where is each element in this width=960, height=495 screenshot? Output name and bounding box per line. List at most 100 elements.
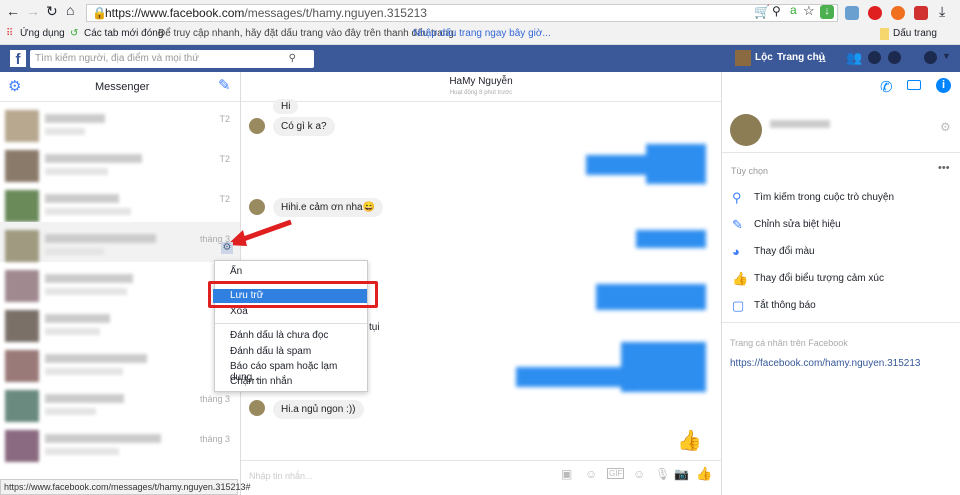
option-item[interactable]: ◕ Thay đổi màu	[732, 244, 815, 259]
emoji-icon[interactable]: ☺	[633, 467, 645, 481]
conversation-name-blurred	[45, 394, 124, 403]
conversation-time: T2	[219, 154, 230, 164]
friends-icon[interactable]: 👥	[846, 50, 862, 66]
conversation-row[interactable]	[0, 262, 240, 302]
option-label: Tắt thông báo	[754, 300, 816, 311]
avatar	[5, 350, 39, 382]
url-host: https://www.facebook.com	[105, 6, 245, 20]
apps-icon: ⠿	[6, 28, 14, 39]
download-ext-icon[interactable]: ↓	[820, 5, 834, 19]
conversation-name-blurred	[45, 154, 142, 163]
menu-item-block[interactable]: Chặn tin nhắn	[230, 376, 292, 387]
more-icon[interactable]: •••	[938, 162, 950, 174]
message-input[interactable]: Nhập tin nhắn...	[249, 471, 313, 481]
settings-gear-icon[interactable]: ⚙	[8, 77, 21, 95]
extension-fire-icon[interactable]	[891, 6, 905, 20]
conversation-snippet-blurred	[45, 328, 100, 335]
options-label: Tùy chọn	[731, 166, 769, 176]
conversation-row[interactable]: T2	[0, 102, 240, 142]
forward-icon[interactable]: →	[26, 3, 40, 19]
menu-item-mark-spam[interactable]: Đánh dấu là spam	[230, 346, 311, 357]
conversation-row[interactable]: tháng 3	[0, 382, 240, 422]
conversation-row[interactable]: T2	[0, 182, 240, 222]
contact-name-blurred	[770, 120, 830, 128]
microphone-icon[interactable]: 🎙	[655, 467, 670, 481]
opera-icon[interactable]	[868, 6, 882, 20]
profile-link[interactable]: Lộc	[755, 52, 773, 63]
extension-red-icon[interactable]	[914, 6, 928, 20]
notifications-icon[interactable]	[888, 51, 901, 64]
sticker-icon[interactable]: ☺	[585, 467, 597, 481]
conversation-name-blurred	[45, 114, 105, 123]
conversation-name-blurred	[45, 434, 161, 443]
message-fragment: tụi	[369, 322, 380, 333]
conversation-row[interactable]: tháng 3	[0, 422, 240, 462]
settings-icon[interactable]: ⚙	[940, 120, 951, 134]
compose-icon[interactable]: ✎	[218, 76, 231, 94]
like-button-icon[interactable]: 👍	[696, 466, 712, 482]
extension-icon[interactable]	[845, 6, 859, 20]
contact-avatar	[730, 114, 762, 146]
url-path: /messages/t/hamy.nguyen.315213	[244, 6, 427, 20]
address-bar[interactable]: 🔒 https://www.facebook.com/messages/t/ham…	[86, 4, 838, 22]
avatar[interactable]	[735, 50, 751, 66]
conversation-name-blurred	[45, 274, 133, 283]
avatar	[5, 390, 39, 422]
help-icon[interactable]	[924, 51, 937, 64]
conversation-time: T2	[219, 194, 230, 204]
message-bubble: Hi.a ngủ ngon :))	[273, 400, 364, 419]
contact-avatar	[249, 118, 265, 134]
image-icon[interactable]: ▣	[561, 467, 572, 481]
gif-icon[interactable]: GIF	[607, 468, 625, 479]
chat-status: Hoạt động 8 phút trước	[449, 90, 513, 96]
search-icon[interactable]: ⚲	[289, 50, 296, 68]
home-icon[interactable]: ⌂	[66, 2, 74, 18]
bookmark-apps[interactable]: Ứng dụng	[20, 25, 65, 43]
zoom-icon[interactable]: ⚲	[772, 4, 781, 18]
option-item[interactable]: ⚲ Tìm kiếm trong cuộc trò chuyện	[732, 190, 894, 206]
conversation-snippet-blurred	[45, 128, 85, 135]
conversation-row[interactable]	[0, 302, 240, 342]
star-icon[interactable]: ☆	[803, 3, 815, 19]
lock-icon: 🔒	[92, 6, 107, 20]
camera-icon[interactable]: 📷	[674, 467, 689, 481]
extension-a-icon[interactable]: a	[790, 3, 797, 17]
downloads-icon[interactable]: ⤓	[939, 3, 945, 20]
conversation-row[interactable]: T2	[0, 142, 240, 182]
option-item[interactable]: ▢ Tắt thông báo	[732, 298, 816, 314]
messenger-icon[interactable]	[868, 51, 881, 64]
option-icon: ▢	[732, 298, 745, 313]
option-icon: ⚲	[732, 190, 742, 205]
conversation-snippet-blurred	[45, 368, 123, 375]
chat-name: HaMy Nguyễn	[449, 76, 513, 87]
bookmark-recent-tabs[interactable]: Các tab mới đóng	[84, 25, 163, 43]
bookmarks-hint: Để truy cập nhanh, hãy đặt dấu trang vào…	[158, 28, 457, 39]
option-item[interactable]: 👍 Thay đổi biểu tượng cảm xúc	[732, 271, 884, 287]
conversation-row[interactable]: tháng 3	[0, 222, 240, 262]
info-panel: ⚙ Tùy chọn ••• ⚲ Tìm kiếm trong cuộc trò …	[721, 72, 960, 495]
menu-item-mark-unread[interactable]: Đánh dấu là chưa đọc	[230, 330, 328, 341]
message-bubble: Hihi.e cảm ơn nha😄	[273, 198, 384, 217]
import-bookmarks-link[interactable]: Nhập dấu trang ngay bây giờ...	[413, 25, 551, 43]
conversation-row[interactable]	[0, 342, 240, 382]
profile-link[interactable]: https://facebook.com/hamy.nguyen.315213	[730, 358, 921, 369]
browser-toolbar: ← → ↻ ⌂ 🔒 https://www.facebook.com/messag…	[0, 0, 960, 25]
search-input[interactable]: Tìm kiếm người, địa điểm và mọi thứ ⚲	[30, 50, 314, 68]
menu-item-hide[interactable]: Ẩn	[230, 266, 242, 277]
facebook-logo-icon[interactable]: f	[10, 50, 26, 68]
cart-icon[interactable]: 🛒	[754, 4, 770, 20]
reload-icon[interactable]: ↻	[46, 3, 58, 20]
back-icon[interactable]: ←	[6, 3, 20, 19]
conversation-snippet-blurred	[45, 208, 131, 215]
bookmarks-bar: ⠿ Ứng dụng ↺ Các tab mới đóng Để truy cậ…	[0, 25, 960, 57]
composer: Nhập tin nhắn... ▣ ☺ GIF ☺ 🎙 📷 👍	[241, 460, 721, 495]
message-bubble: Hi	[273, 99, 299, 114]
home-count: 11	[818, 55, 827, 64]
conversation-snippet-blurred	[45, 288, 127, 295]
conversation-time: tháng 3	[199, 394, 230, 404]
conversation-context-menu: Ẩn Lưu trữ Xóa Đánh dấu là chưa đọc Đánh…	[213, 260, 368, 392]
conversation-gear-icon[interactable]: ⚙	[221, 242, 233, 254]
chevron-down-icon[interactable]: ▼	[942, 51, 951, 61]
option-item[interactable]: ✎ Chỉnh sửa biệt hiệu	[732, 217, 841, 233]
recent-tabs-icon: ↺	[70, 28, 79, 39]
